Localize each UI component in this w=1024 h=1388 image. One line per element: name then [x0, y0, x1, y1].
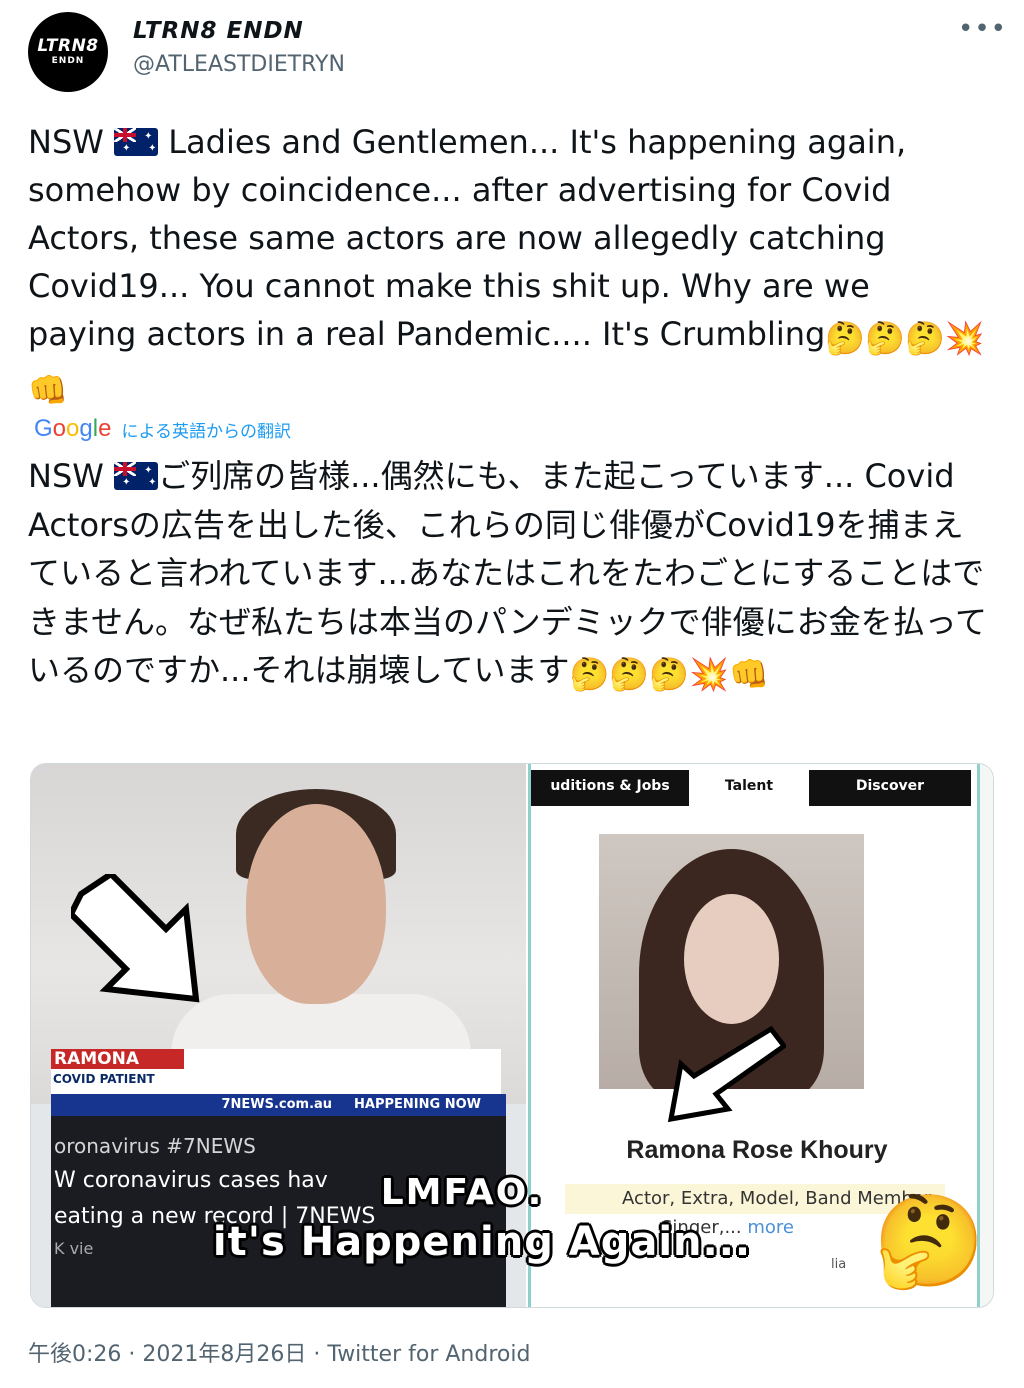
collision-icon: 💥 [944, 319, 985, 357]
collision-icon: 💥 [689, 655, 729, 693]
lower-third-name: RAMONA [51, 1049, 184, 1069]
profile-face [684, 894, 779, 1024]
news-status-label: HAPPENING NOW [354, 1097, 481, 1112]
tweet-client[interactable]: Twitter for Android [327, 1342, 530, 1367]
tweet-media-image[interactable]: RAMONA COVID PATIENT 7NEWS.com.au HAPPENI… [30, 763, 994, 1308]
google-logo: Google [34, 415, 112, 442]
meta-separator: · [313, 1342, 321, 1367]
news-site-label: 7NEWS.com.au [221, 1097, 333, 1112]
tweet-text-en: Ladies and Gentlemen... It's happening a… [28, 123, 907, 353]
patient-face [246, 804, 386, 1004]
avatar[interactable]: LTRN8 ENDN [28, 12, 108, 92]
avatar-text-line1: LTRN8 [37, 36, 99, 56]
tweet-lang-code-ja: NSW [28, 457, 104, 495]
avatar-text-line2: ENDN [51, 56, 85, 66]
translation-attribution[interactable]: Google による英語からの翻訳 [34, 414, 291, 444]
tab-talent: Talent [691, 770, 807, 806]
meme-caption-line1: LMFAO. [380, 1172, 544, 1213]
more-horizontal-icon[interactable]: ••• [958, 14, 1007, 44]
tweet-lang-code: NSW [28, 123, 104, 161]
fist-icon: 👊 [28, 371, 68, 409]
profile-name: Ramona Rose Khoury [626, 1136, 888, 1164]
tweet-date[interactable]: 2021年8月26日 [142, 1342, 306, 1367]
meta-separator: · [128, 1342, 136, 1367]
translation-label[interactable]: による英語からの翻訳 [121, 417, 291, 442]
display-name[interactable]: LTRN8 ENDN [133, 18, 304, 44]
tweet-text-ja: ご列席の皆様...偶然にも、また起こっています... Covid Actorsの… [28, 457, 988, 689]
fist-icon: 👊 [728, 655, 769, 693]
thinking-face-icon: 🤔 [569, 655, 610, 693]
australia-flag-icon: ✦ ✦ ✦ [114, 128, 159, 156]
meme-caption-line2: it's Happening Again... [212, 1219, 752, 1265]
video-hashtag: oronavirus #7NEWS [54, 1134, 256, 1158]
news-ticker: 7NEWS.com.au HAPPENING NOW [51, 1094, 506, 1116]
tab-discover: Discover [809, 770, 971, 806]
thinking-face-icon: 🤔 [873, 1189, 986, 1294]
thinking-face-icon: 🤔 [649, 655, 690, 693]
tweet-metadata: 午後0:26 · 2021年8月26日 · Twitter for Androi… [28, 1336, 530, 1368]
tweet-text-translated: NSW ✦ ✦ ✦ ご列席の皆様...偶然にも、また起こっています... Covid … [28, 452, 988, 699]
arrow-down-right-icon [71, 874, 200, 1003]
thinking-face-icon: 🤔 [825, 319, 866, 357]
tweet-text: NSW ✦ ✦ ✦ Ladies and Gentlemen... It's hap… [28, 118, 988, 414]
tweet-time[interactable]: 午後0:26 [28, 1342, 121, 1367]
arrow-down-left-icon [667, 1025, 786, 1123]
australia-flag-icon: ✦ ✦ ✦ [114, 462, 159, 490]
tab-auditions-jobs: uditions & Jobs [531, 770, 689, 806]
user-handle[interactable]: @ATLEASTDIETRYN [133, 52, 345, 77]
thinking-face-icon: 🤔 [905, 319, 945, 357]
thinking-face-icon: 🤔 [609, 655, 650, 693]
thinking-face-icon: 🤔 [865, 319, 905, 357]
profile-tabs: uditions & Jobs Talent Discover [531, 770, 971, 806]
lower-third-subtitle: COVID PATIENT [53, 1072, 155, 1086]
